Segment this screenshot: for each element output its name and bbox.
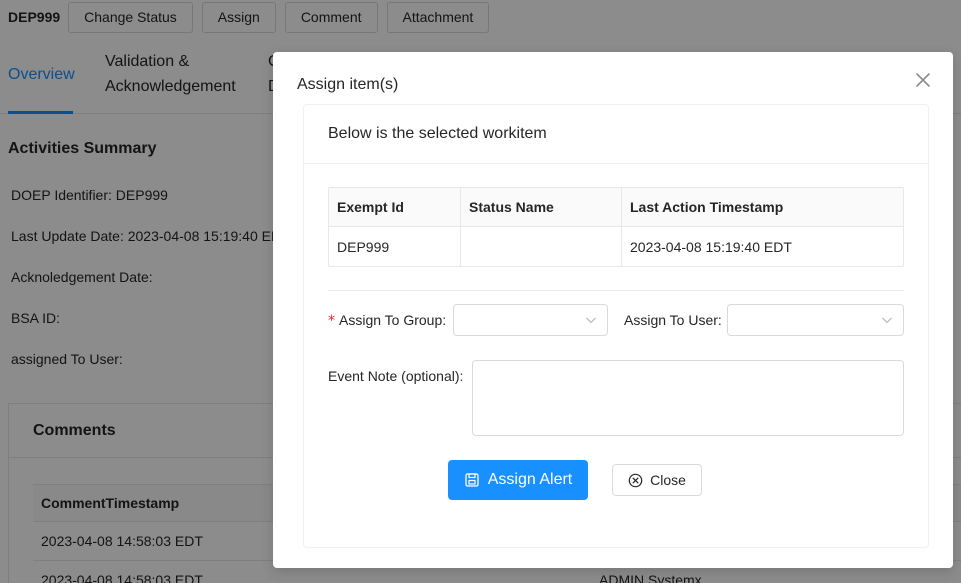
status-name-cell [461, 227, 622, 266]
column-header: Exempt Id [329, 188, 461, 226]
table-row: DEP999 2023-04-08 15:19:40 EDT [329, 227, 903, 266]
last-action-timestamp-cell: 2023-04-08 15:19:40 EDT [630, 238, 792, 255]
column-header: Last Action Timestamp [630, 199, 784, 215]
card-title: Below is the selected workitem [304, 105, 928, 164]
close-label: Close [650, 472, 686, 488]
event-note-label: Event Note (optional): [328, 368, 464, 384]
column-header: Status Name [461, 188, 622, 226]
assign-alert-label: Assign Alert [487, 471, 573, 488]
close-circle-icon [628, 473, 643, 487]
save-icon [465, 473, 479, 487]
exempt-id-cell: DEP999 [329, 227, 461, 266]
chevron-down-icon [586, 317, 596, 324]
assign-user-select[interactable] [727, 304, 904, 336]
required-mark: * [328, 313, 335, 329]
event-note-textarea[interactable] [472, 360, 904, 436]
assign-group-label: * Assign To Group: [328, 312, 446, 329]
assign-user-label: Assign To User: [624, 312, 722, 328]
selected-workitem-card: Below is the selected workitem Exempt Id… [303, 104, 929, 548]
divider [328, 290, 904, 291]
modal-title: Assign item(s) [297, 76, 399, 93]
workitem-table: Exempt Id Status Name Last Action Timest… [328, 187, 904, 267]
chevron-down-icon [882, 317, 892, 324]
assign-alert-button[interactable]: Assign Alert [448, 460, 588, 500]
workitem-table-header: Exempt Id Status Name Last Action Timest… [329, 188, 903, 227]
assign-group-select[interactable] [453, 304, 608, 336]
close-button[interactable]: Close [612, 464, 702, 496]
close-icon[interactable] [913, 70, 933, 90]
assign-group-label-text: Assign To Group: [339, 312, 447, 328]
assign-modal: Assign item(s) Below is the selected wor… [273, 52, 953, 568]
